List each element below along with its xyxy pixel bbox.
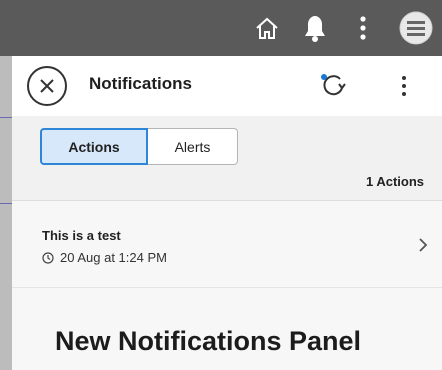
panel-more-button[interactable] bbox=[396, 72, 412, 100]
close-button[interactable] bbox=[27, 66, 67, 106]
tab-alerts[interactable]: Alerts bbox=[148, 128, 238, 165]
divider bbox=[0, 117, 12, 118]
bell-icon bbox=[305, 16, 325, 42]
footer-heading: New Notifications Panel bbox=[55, 326, 362, 356]
avatar-menu-icon bbox=[399, 11, 433, 45]
home-button[interactable] bbox=[252, 13, 282, 43]
more-vertical-icon bbox=[360, 16, 366, 40]
segmented-control: Actions Alerts bbox=[40, 128, 238, 165]
top-app-bar bbox=[0, 0, 442, 56]
tabs-bar: Actions Alerts 1 Actions bbox=[12, 116, 442, 200]
home-icon bbox=[256, 17, 278, 39]
notification-title: This is a test bbox=[42, 228, 121, 243]
dot bbox=[402, 84, 406, 88]
notification-time: 20 Aug at 1:24 PM bbox=[42, 250, 167, 265]
background-page-edge bbox=[0, 56, 12, 370]
notifications-button[interactable] bbox=[302, 13, 328, 43]
notification-time-label: 20 Aug at 1:24 PM bbox=[60, 250, 167, 265]
dot bbox=[402, 92, 406, 96]
close-icon bbox=[40, 79, 54, 93]
divider bbox=[0, 203, 12, 204]
notification-item[interactable]: This is a test 20 Aug at 1:24 PM bbox=[12, 200, 442, 288]
panel-footer: New Notifications Panel bbox=[12, 288, 442, 370]
panel-title: Notifications bbox=[89, 74, 192, 93]
actions-count: 1 Actions bbox=[365, 174, 424, 189]
dot bbox=[402, 76, 406, 80]
notifications-panel: Notifications Actions Alerts 1 Actions T… bbox=[12, 56, 442, 370]
refresh-icon[interactable] bbox=[318, 71, 348, 101]
navbar-button[interactable] bbox=[398, 11, 434, 45]
clock-icon bbox=[42, 251, 54, 264]
panel-header: Notifications bbox=[12, 56, 442, 116]
chevron-right-icon bbox=[419, 238, 428, 252]
actions-menu-button[interactable] bbox=[356, 13, 370, 43]
tab-actions[interactable]: Actions bbox=[40, 128, 148, 165]
